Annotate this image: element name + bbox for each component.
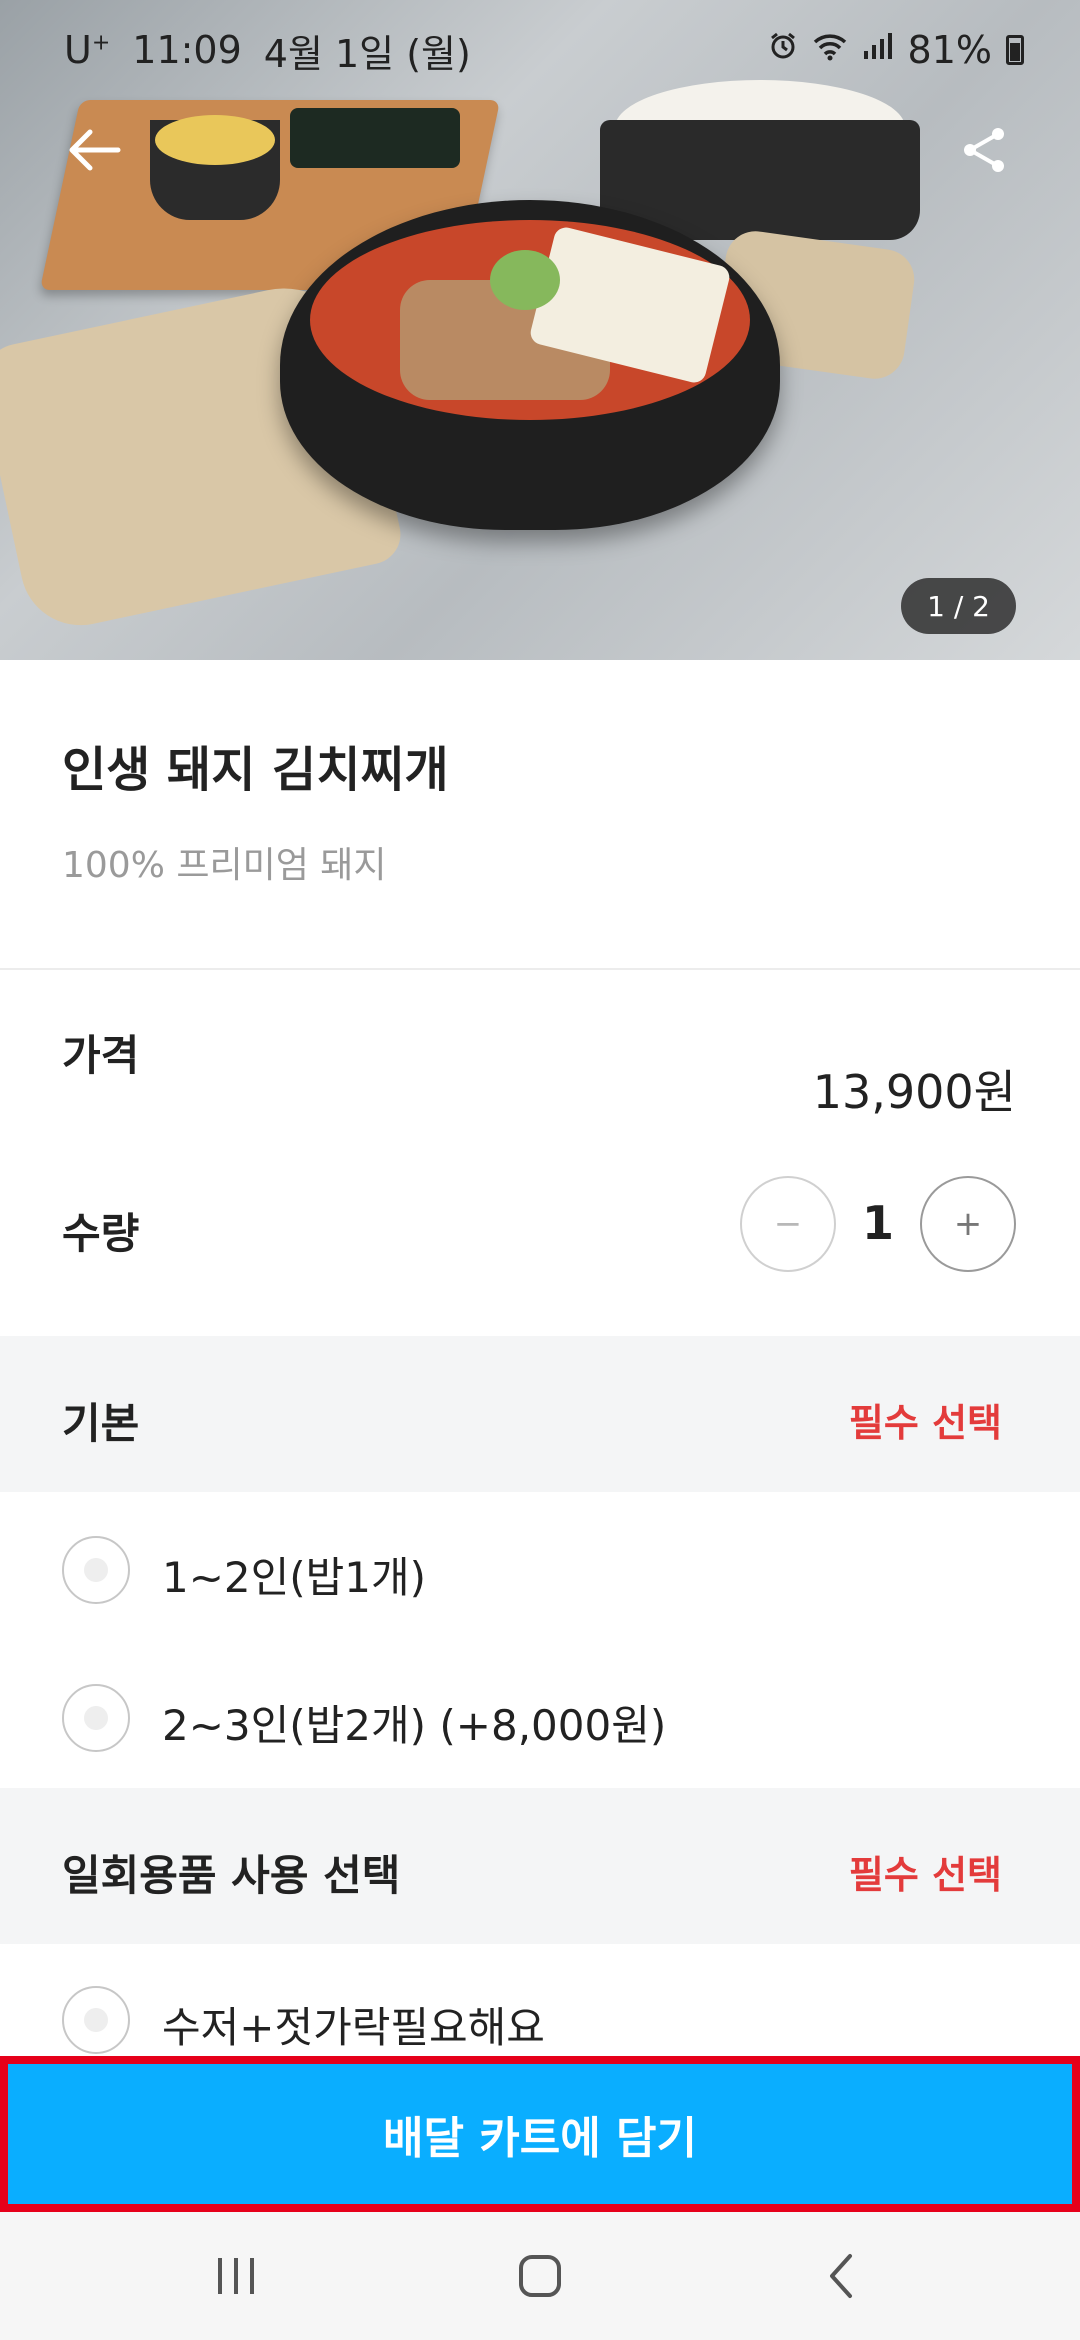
option-row[interactable]: 1~2인(밥1개)	[0, 1504, 1080, 1634]
image-seaweed	[290, 108, 460, 168]
product-subtitle: 100% 프리미엄 돼지	[62, 845, 387, 886]
add-to-cart-button[interactable]: 배달 카트에 담기	[8, 2064, 1072, 2204]
option-row[interactable]: 2~3인(밥2개) (+8,000원)	[0, 1650, 1080, 1780]
product-image[interactable]: U+ 11:09 4월 1일 (월) 81% 1 / 2	[0, 0, 1080, 660]
cta-highlight-frame: 배달 카트에 담기	[0, 2056, 1080, 2212]
divider	[0, 968, 1080, 970]
price-label: 가격	[62, 1031, 140, 1080]
option-group-disposables: 일회용품 사용 선택 필수 선택	[0, 1788, 1080, 1944]
quantity-label: 수량	[62, 1209, 140, 1258]
system-nav-bar	[0, 2212, 1080, 2340]
required-badge: 필수 선택	[848, 1853, 1002, 1897]
battery-level: 81%	[907, 28, 992, 72]
quantity-decrease-button[interactable]: −	[740, 1176, 836, 1272]
share-button[interactable]	[944, 110, 1024, 190]
status-date: 4월 1일 (월)	[263, 31, 471, 76]
battery-icon	[1006, 35, 1024, 65]
radio-button[interactable]	[62, 1536, 130, 1604]
share-icon	[964, 128, 1004, 172]
image-corn	[155, 115, 275, 165]
carrier: U+	[64, 28, 111, 72]
option-group-title: 기본	[62, 1399, 140, 1448]
option-group-title: 일회용품 사용 선택	[62, 1851, 401, 1900]
image-pager: 1 / 2	[901, 578, 1016, 634]
radio-dot	[84, 1706, 108, 1730]
radio-button[interactable]	[62, 1684, 130, 1752]
option-label: 2~3인(밥2개) (+8,000원)	[162, 1701, 667, 1750]
option-label: 수저+젓가락필요해요	[162, 2003, 545, 2052]
back-button[interactable]	[54, 110, 134, 190]
required-badge: 필수 선택	[848, 1401, 1002, 1445]
option-label: 1~2인(밥1개)	[162, 1553, 427, 1602]
radio-button[interactable]	[62, 1986, 130, 2054]
home-button[interactable]	[500, 2242, 580, 2310]
recent-apps-button[interactable]	[196, 2242, 276, 2310]
radio-dot	[84, 2008, 108, 2032]
alarm-icon	[768, 31, 798, 69]
signal-icon	[862, 31, 894, 69]
chevron-left-icon	[830, 2254, 852, 2298]
wifi-icon	[812, 31, 848, 69]
status-bar: U+ 11:09 4월 1일 (월) 81%	[0, 0, 1080, 100]
quantity-increase-button[interactable]: +	[920, 1176, 1016, 1272]
arrow-left-icon	[69, 129, 121, 171]
quantity-value: 1	[862, 1196, 895, 1250]
product-title: 인생 돼지 김치찌개	[62, 742, 449, 798]
price-value: 13,900원	[812, 1065, 1016, 1119]
option-group-basic: 기본 필수 선택	[0, 1336, 1080, 1492]
radio-dot	[84, 1558, 108, 1582]
system-back-button[interactable]	[802, 2242, 882, 2310]
recent-apps-icon	[218, 2258, 254, 2294]
home-icon	[519, 2255, 561, 2297]
status-time: 11:09	[132, 28, 242, 72]
image-greens	[490, 250, 560, 310]
